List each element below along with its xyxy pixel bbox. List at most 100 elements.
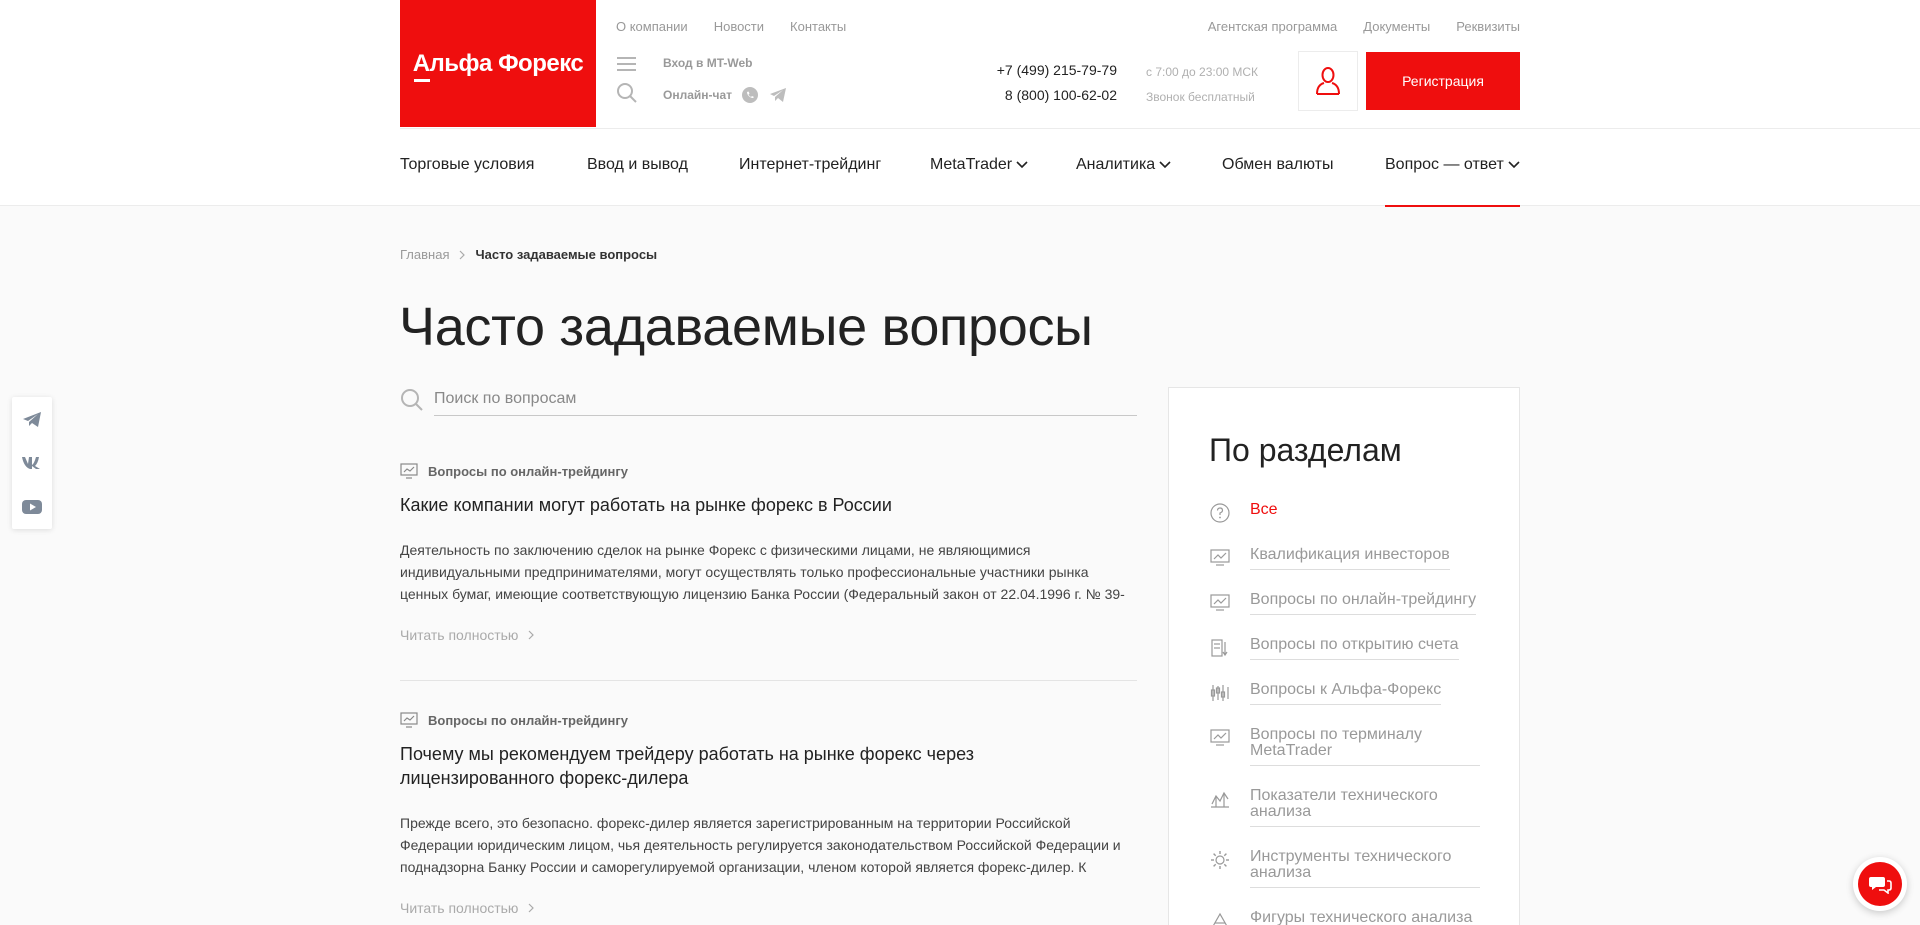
top-link-news[interactable]: Новости (714, 19, 764, 34)
monitor-chart-icon (400, 712, 418, 728)
top-link-agent[interactable]: Агентская программа (1208, 19, 1338, 34)
sidebar-item-label: Инструменты технического анализа (1250, 849, 1480, 888)
nav-trading-conditions[interactable]: Торговые условия (400, 156, 534, 174)
candles-icon (1209, 682, 1231, 704)
whatsapp-icon[interactable] (740, 85, 760, 105)
monitor-chart-icon (1209, 592, 1231, 614)
top-link-requisites[interactable]: Реквизиты (1456, 19, 1520, 34)
phone-moscow[interactable]: +7 (499) 215-79-79 (980, 58, 1117, 83)
sidebar-item-qualification[interactable]: Квалификация инвесторов (1209, 547, 1481, 570)
sidebar-item-indicators[interactable]: Показатели технического анализа (1209, 788, 1481, 827)
sidebar-title: По разделам (1209, 432, 1402, 468)
faq-article: Вопросы по онлайн-трейдингу Какие компан… (400, 463, 1137, 643)
hours-text: с 7:00 до 23:00 МСК (1146, 65, 1259, 79)
vk-icon[interactable] (12, 441, 52, 485)
search-icon[interactable] (616, 82, 638, 109)
online-chat-row: Онлайн-чат (663, 85, 788, 105)
sidebar-item-label: Вопросы к Альфа-Форекс (1250, 682, 1442, 705)
nav-label: Ввод и вывод (587, 156, 688, 173)
article-title[interactable]: Почему мы рекомендуем трейдеру работать … (400, 742, 1020, 790)
article-category-label: Вопросы по онлайн-трейдингу (428, 712, 628, 728)
breadcrumb-home[interactable]: Главная (400, 247, 449, 262)
chevron-down-icon (1159, 161, 1171, 169)
gear-icon (1209, 849, 1231, 871)
chat-bubble-icon (1858, 862, 1902, 906)
user-icon (1316, 67, 1340, 95)
top-nav-left: О компании Новости Контакты (616, 19, 846, 34)
nav-internet-trading[interactable]: Интернет-трейдинг (739, 156, 881, 174)
sidebar-item-figures[interactable]: Фигуры технического анализа (1209, 910, 1481, 925)
chat-button[interactable] (1853, 857, 1907, 911)
social-bar (12, 397, 52, 529)
sidebar-item-account-opening[interactable]: Вопросы по открытию счета (1209, 637, 1481, 660)
faq-search (400, 386, 1137, 416)
monitor-chart-icon (1209, 727, 1231, 749)
read-more-link[interactable]: Читать полностью (400, 627, 1137, 643)
breadcrumb-current: Часто задаваемые вопросы (475, 247, 658, 262)
breadcrumb: Главная Часто задаваемые вопросы (400, 247, 657, 262)
nav-analytics[interactable]: Аналитика (1076, 156, 1171, 174)
read-more-label: Читать полностью (400, 627, 519, 643)
telegram-icon[interactable] (768, 85, 788, 105)
sidebar-item-online-trading[interactable]: Вопросы по онлайн-трейдингу (1209, 592, 1481, 615)
sidebar-item-label: Вопросы по онлайн-трейдингу (1250, 592, 1477, 615)
call-free-text: Звонок бесплатный (1146, 90, 1255, 104)
nav-metatrader[interactable]: MetaTrader (930, 156, 1028, 174)
page-title: Часто задаваемые вопросы (399, 297, 1093, 357)
chevron-right-icon (529, 903, 535, 913)
sidebar-item-label: Показатели технического анализа (1250, 788, 1480, 827)
sidebar-item-metatrader[interactable]: Вопросы по терминалу MetaTrader (1209, 727, 1481, 766)
nav-label: Торговые условия (400, 156, 535, 173)
top-nav-right: Агентская программа Документы Реквизиты (1208, 19, 1520, 34)
logo[interactable]: Альфа Форекс (400, 0, 596, 127)
nav-label: MetaTrader (930, 156, 1013, 173)
article-category[interactable]: Вопросы по онлайн-трейдингу (400, 463, 1137, 479)
work-hours: с 7:00 до 23:00 МСК Звонок бесплатный (1146, 60, 1258, 110)
online-chat-link[interactable]: Онлайн-чат (663, 88, 732, 102)
article-title[interactable]: Какие компании могут работать на рынке ф… (400, 493, 1137, 517)
nav-deposit-withdraw[interactable]: Ввод и вывод (587, 156, 688, 174)
nav-currency-exchange[interactable]: Обмен валюты (1222, 156, 1333, 174)
document-icon (1209, 637, 1231, 659)
chevron-right-icon (529, 630, 535, 640)
sidebar-item-label: Фигуры технического анализа (1250, 910, 1472, 925)
sidebar-item-label: Квалификация инвесторов (1250, 547, 1450, 570)
youtube-icon[interactable] (12, 485, 52, 529)
main-nav: Торговые условия Ввод и вывод Интернет-т… (400, 128, 1920, 207)
nav-label: Интернет-трейдинг (739, 156, 882, 173)
nav-label: Обмен валюты (1222, 156, 1334, 173)
chevron-down-icon (1016, 161, 1028, 169)
article-category[interactable]: Вопросы по онлайн-трейдингу (400, 712, 1137, 728)
sections-sidebar: По разделам Все Квалификация инвесторов … (1168, 387, 1520, 925)
register-button[interactable]: Регистрация (1366, 52, 1520, 110)
phones: +7 (499) 215-79-79 8 (800) 100-62-02 (980, 58, 1117, 108)
search-input[interactable] (434, 386, 1137, 416)
sidebar-item-label: Все (1250, 501, 1278, 518)
nav-label: Аналитика (1076, 156, 1156, 173)
monitor-chart-icon (400, 463, 418, 479)
triangle-icon (1209, 910, 1231, 925)
sidebar-item-instruments[interactable]: Инструменты технического анализа (1209, 849, 1481, 888)
faq-article: Вопросы по онлайн-трейдингу Почему мы ре… (400, 712, 1137, 916)
sidebar-item-alfa-forex[interactable]: Вопросы к Альфа-Форекс (1209, 682, 1481, 705)
read-more-link[interactable]: Читать полностью (400, 900, 1137, 916)
phone-free[interactable]: 8 (800) 100-62-02 (980, 83, 1117, 108)
chevron-right-icon (460, 250, 466, 259)
monitor-chart-icon (1209, 547, 1231, 569)
account-button[interactable] (1298, 51, 1358, 111)
top-link-contacts[interactable]: Контакты (790, 19, 846, 34)
top-link-documents[interactable]: Документы (1363, 19, 1430, 34)
read-more-label: Читать полностью (400, 900, 519, 916)
sidebar-item-label: Вопросы по терминалу MetaTrader (1250, 727, 1480, 766)
chart-icon (1209, 788, 1231, 810)
search-icon (400, 388, 424, 417)
mt-web-link[interactable]: Вход в MT-Web (663, 56, 753, 70)
menu-icon[interactable] (617, 57, 636, 71)
divider (400, 680, 1137, 681)
article-excerpt: Прежде всего, это безопасно. форекс-диле… (400, 815, 1121, 875)
sidebar-item-all[interactable]: Все (1209, 502, 1481, 524)
nav-label: Вопрос — ответ (1385, 156, 1504, 173)
top-link-about[interactable]: О компании (616, 19, 688, 34)
nav-faq[interactable]: Вопрос — ответ (1385, 156, 1520, 207)
telegram-icon[interactable] (12, 397, 52, 441)
